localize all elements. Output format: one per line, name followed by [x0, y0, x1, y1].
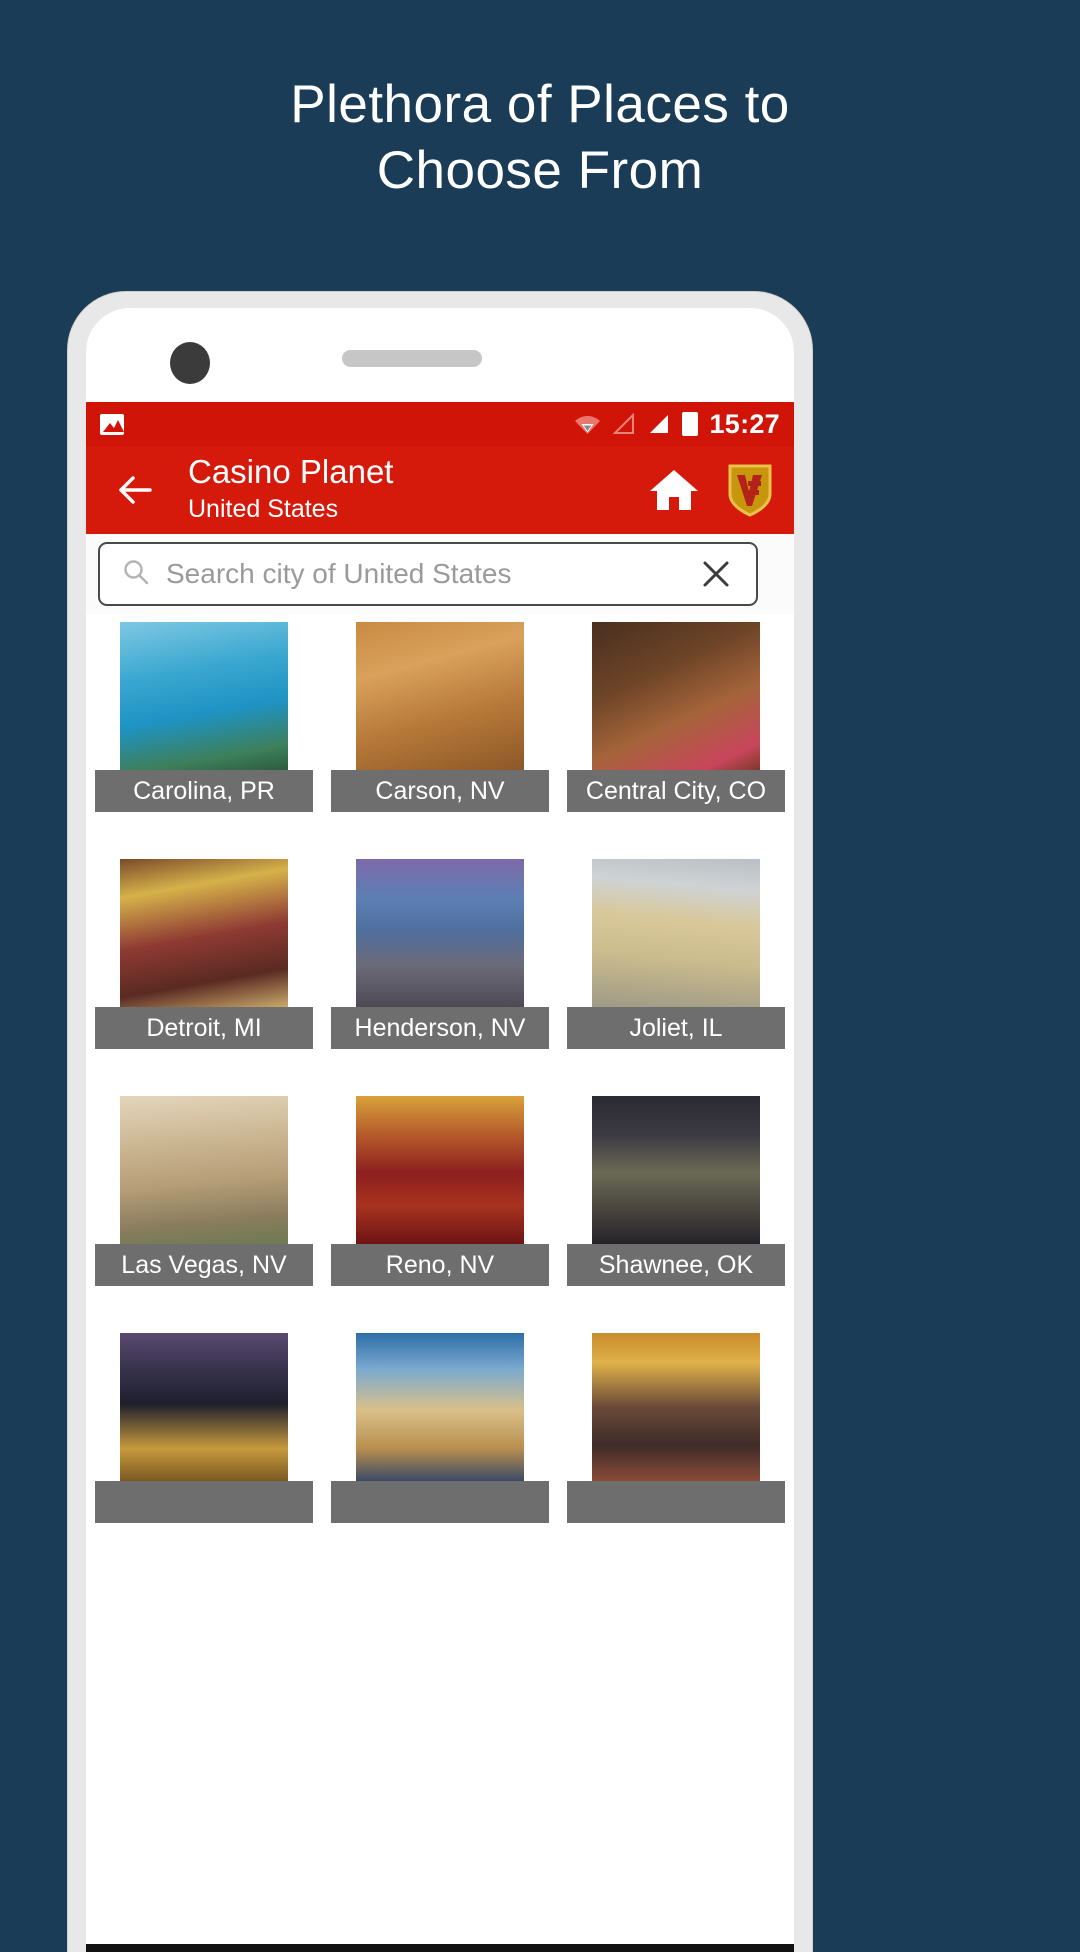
image-icon — [100, 413, 124, 435]
city-thumbnail — [592, 1096, 760, 1244]
grid-row-gap — [86, 1049, 794, 1096]
wifi-icon — [574, 413, 601, 435]
city-thumbnail — [120, 622, 288, 770]
search-box[interactable] — [98, 542, 758, 606]
city-thumbnail — [592, 1333, 760, 1481]
city-thumbnail — [120, 859, 288, 1007]
city-card[interactable]: Carson, NV — [331, 622, 549, 812]
status-bar-clock: 15:27 — [709, 408, 780, 439]
home-icon[interactable] — [648, 467, 700, 513]
back-button[interactable] — [108, 461, 166, 519]
grid-row — [86, 1333, 794, 1523]
city-label — [567, 1481, 785, 1523]
city-label: Las Vegas, NV — [95, 1244, 313, 1286]
app-bar-titles: Casino Planet United States — [188, 453, 394, 525]
grid-row: Carolina, PR Carson, NV Central City, CO — [86, 614, 794, 812]
city-label: Carolina, PR — [95, 770, 313, 812]
city-label: Henderson, NV — [331, 1007, 549, 1049]
city-card[interactable]: Central City, CO — [567, 622, 785, 812]
grid-row-gap — [86, 1286, 794, 1333]
close-icon[interactable] — [690, 548, 742, 600]
city-grid: Carolina, PR Carson, NV Central City, CO… — [86, 614, 794, 1952]
battery-icon — [682, 412, 699, 436]
status-bar: 15:27 — [86, 402, 794, 446]
promo-headline-line2: Choose From — [376, 141, 704, 201]
city-thumbnail — [356, 622, 524, 770]
page-title: Casino Planet — [188, 453, 394, 491]
front-camera-icon — [170, 342, 210, 384]
city-thumbnail — [356, 859, 524, 1007]
city-label: Reno, NV — [331, 1244, 549, 1286]
promo-headline-line1: Plethora of Places to — [290, 75, 790, 134]
city-card[interactable]: Shawnee, OK — [567, 1096, 785, 1286]
phone-frame: 15:27 Casino Planet United States Search… — [68, 292, 812, 1952]
city-thumbnail — [592, 859, 760, 1007]
city-thumbnail — [356, 1333, 524, 1481]
city-label: Joliet, IL — [567, 1007, 785, 1049]
grid-row: Las Vegas, NV Reno, NV Shawnee, OK — [86, 1096, 794, 1286]
city-card[interactable]: Las Vegas, NV — [95, 1096, 313, 1286]
city-label: Shawnee, OK — [567, 1244, 785, 1286]
city-card[interactable]: Reno, NV — [331, 1096, 549, 1286]
city-label — [95, 1481, 313, 1523]
city-card[interactable]: Joliet, IL — [567, 859, 785, 1049]
city-thumbnail — [120, 1096, 288, 1244]
grid-row: Detroit, MI Henderson, NV Joliet, IL — [86, 859, 794, 1049]
city-card[interactable] — [331, 1333, 549, 1523]
promo-headline: Plethora of Places to Choose From — [0, 72, 1080, 205]
city-thumbnail — [356, 1096, 524, 1244]
app-bar-actions — [648, 462, 794, 518]
signal-empty-icon — [612, 412, 636, 435]
navigation-bar — [86, 1944, 794, 1952]
city-card[interactable]: Detroit, MI — [95, 859, 313, 1049]
status-bar-left — [86, 413, 124, 435]
search-container — [86, 534, 794, 614]
city-card[interactable]: Henderson, NV — [331, 859, 549, 1049]
city-card[interactable] — [567, 1333, 785, 1523]
app-bar: Casino Planet United States — [86, 446, 794, 534]
search-input[interactable] — [166, 558, 690, 590]
city-thumbnail — [592, 622, 760, 770]
city-thumbnail — [120, 1333, 288, 1481]
signal-full-icon — [647, 413, 671, 435]
city-label: Carson, NV — [331, 770, 549, 812]
search-icon — [122, 558, 150, 591]
city-label — [331, 1481, 549, 1523]
shield-badge-logo[interactable] — [726, 462, 774, 518]
phone-screen: 15:27 Casino Planet United States Search… — [86, 308, 794, 1952]
city-card[interactable] — [95, 1333, 313, 1523]
page-subtitle: United States — [188, 495, 339, 524]
city-card[interactable]: Carolina, PR — [95, 622, 313, 812]
earpiece-speaker — [342, 350, 482, 367]
status-bar-right: 15:27 — [574, 409, 794, 440]
grid-row-gap — [86, 812, 794, 859]
city-label: Detroit, MI — [95, 1007, 313, 1049]
city-label: Central City, CO — [567, 770, 785, 812]
